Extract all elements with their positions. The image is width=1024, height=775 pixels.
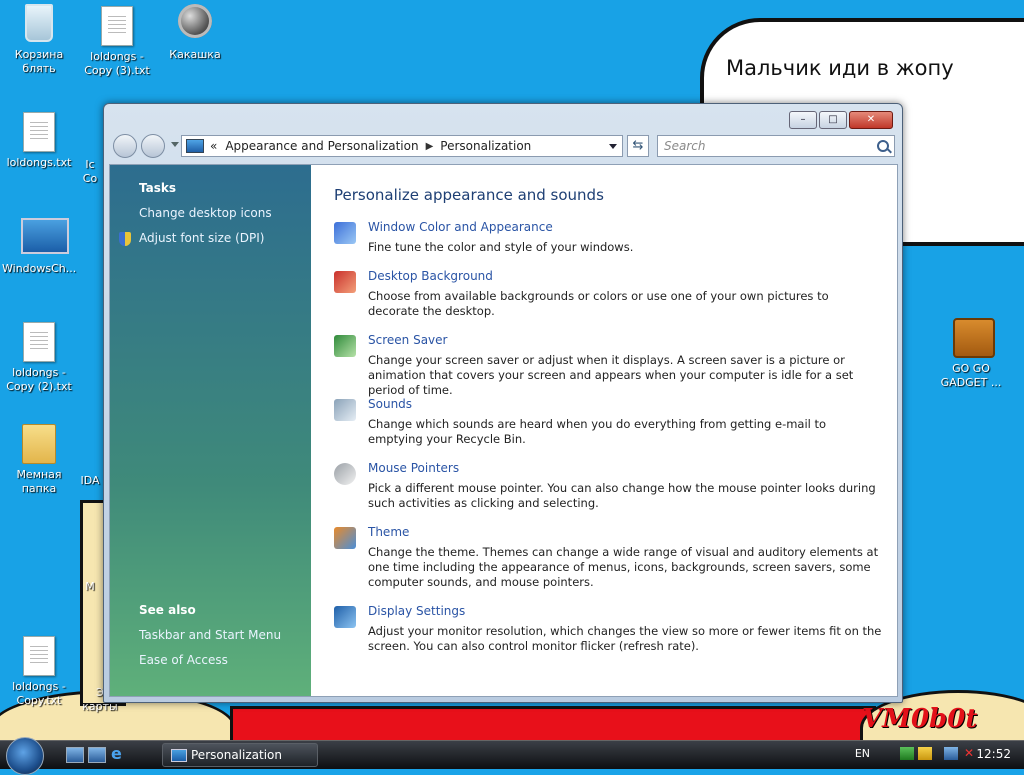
link-sounds[interactable]: Sounds	[368, 397, 412, 411]
address-bar[interactable]: « Appearance and Personalization ▶ Perso…	[181, 135, 623, 157]
text-file-icon	[23, 636, 55, 676]
desktop-icon-go-go-gadget[interactable]: GO GO GADGET ...	[934, 318, 1008, 390]
show-desktop-icon[interactable]	[66, 747, 84, 763]
close-button[interactable]: ✕	[849, 111, 893, 129]
briefcase-icon	[953, 318, 995, 358]
speech-bubble-text: Мальчик иди в жопу	[726, 56, 954, 80]
task-adjust-font-size[interactable]: Adjust font size (DPI)	[139, 231, 264, 245]
link-theme[interactable]: Theme	[368, 525, 409, 539]
icon-label: блять	[22, 62, 56, 75]
icon-label: Какашка	[169, 48, 221, 61]
display-settings-icon	[334, 606, 356, 628]
text-file-icon	[23, 112, 55, 152]
icon-label: Copy (3).txt	[84, 64, 150, 77]
folder-icon	[22, 424, 56, 464]
taskbar: e Personalization EN ✕ 12:52	[0, 737, 1024, 775]
icon-label: GO GO	[952, 362, 990, 375]
screen-saver-icon	[334, 335, 356, 357]
link-taskbar-start-menu[interactable]: Taskbar and Start Menu	[139, 628, 281, 642]
control-panel-icon	[186, 139, 204, 153]
minimize-button[interactable]: –	[789, 111, 817, 129]
icon-label: GADGET ...	[940, 376, 1002, 389]
page-title: Personalize appearance and sounds	[334, 186, 604, 204]
text-file-icon	[23, 322, 55, 362]
language-indicator[interactable]: EN	[855, 747, 870, 760]
tray-app-icon[interactable]	[900, 747, 914, 760]
tray-app-icon[interactable]	[918, 747, 932, 760]
desktop-icon-kakashka[interactable]: Какашка	[158, 4, 232, 62]
icon-label: Copy (2).txt	[6, 380, 72, 393]
sounds-icon	[334, 399, 356, 421]
paint-shape	[230, 706, 876, 740]
desktop-background-icon	[334, 271, 356, 293]
icon-label: loldongs -	[12, 366, 66, 379]
uac-shield-icon	[119, 232, 131, 246]
taskbar-button-personalization[interactable]: Personalization	[162, 743, 318, 767]
item-description: Change which sounds are heard when you d…	[368, 417, 827, 446]
internet-explorer-icon[interactable]: e	[111, 745, 127, 763]
item-description: Change the theme. Themes can change a wi…	[368, 545, 879, 589]
desktop-icon-loldongs-copy3[interactable]: loldongs - Copy (3).txt	[80, 6, 154, 78]
personalization-window: – □ ✕ « Appearance and Personalization ▶…	[103, 103, 903, 703]
clock[interactable]: 12:52	[976, 747, 1011, 761]
link-screen-saver[interactable]: Screen Saver	[368, 333, 447, 347]
icon-label: WindowsCh...	[2, 262, 77, 275]
task-pane: Tasks Change desktop icons Adjust font s…	[110, 165, 311, 696]
link-desktop-background[interactable]: Desktop Background	[368, 269, 493, 283]
address-dropdown-icon[interactable]	[609, 144, 617, 149]
text-file-icon	[101, 6, 133, 46]
icon-label: Корзина	[14, 48, 64, 61]
content-area: Tasks Change desktop icons Adjust font s…	[109, 164, 898, 697]
signature-text: VM0b0t	[862, 704, 978, 734]
window-color-icon	[334, 222, 356, 244]
see-also-heading: See also	[139, 603, 196, 617]
monitor-icon	[21, 218, 69, 254]
item-description: Pick a different mouse pointer. You can …	[368, 481, 876, 510]
recycle-bin-icon	[25, 4, 53, 42]
link-window-color[interactable]: Window Color and Appearance	[368, 220, 553, 234]
start-button[interactable]	[6, 737, 44, 775]
item-description: Adjust your monitor resolution, which ch…	[368, 624, 882, 653]
link-ease-of-access[interactable]: Ease of Access	[139, 653, 228, 667]
link-display-settings[interactable]: Display Settings	[368, 604, 465, 618]
maximize-button[interactable]: □	[819, 111, 847, 129]
search-input[interactable]: Search	[657, 135, 895, 157]
mine-icon	[178, 4, 212, 38]
forward-button[interactable]	[141, 134, 165, 158]
window-controls: – □ ✕	[789, 111, 893, 129]
breadcrumb-arrow-icon[interactable]: ▶	[426, 141, 434, 152]
switch-windows-icon[interactable]	[88, 747, 106, 763]
icon-label: loldongs -	[90, 50, 144, 63]
tasks-heading: Tasks	[139, 181, 177, 195]
breadcrumb-personalization[interactable]: Personalization	[440, 139, 531, 153]
breadcrumb-appearance[interactable]: Appearance and Personalization	[225, 139, 418, 153]
network-icon[interactable]	[944, 747, 958, 760]
link-mouse-pointers[interactable]: Mouse Pointers	[368, 461, 459, 475]
desktop-icon-recycle-bin[interactable]: Корзина блять	[2, 4, 76, 76]
breadcrumb-prefix[interactable]: «	[210, 139, 217, 153]
item-description: Change your screen saver or adjust when …	[368, 353, 854, 397]
search-placeholder: Search	[664, 139, 706, 153]
item-description: Fine tune the color and style of your wi…	[368, 240, 634, 254]
navigation-bar: « Appearance and Personalization ▶ Perso…	[111, 132, 895, 162]
back-button[interactable]	[113, 134, 137, 158]
control-panel-icon	[171, 749, 187, 762]
refresh-button[interactable]: ⇆	[627, 135, 649, 157]
search-icon[interactable]	[877, 140, 889, 152]
desktop-icon-windowsch[interactable]: WindowsCh...	[2, 218, 76, 276]
mouse-pointer-icon	[334, 463, 356, 485]
task-change-desktop-icons[interactable]: Change desktop icons	[139, 206, 272, 220]
theme-icon	[334, 527, 356, 549]
recent-pages-chevron-icon[interactable]	[171, 142, 179, 147]
item-description: Choose from available backgrounds or col…	[368, 289, 829, 318]
desktop-icon-loldongs-copy2[interactable]: loldongs - Copy (2).txt	[2, 322, 76, 394]
taskbar-button-label: Personalization	[191, 748, 282, 762]
